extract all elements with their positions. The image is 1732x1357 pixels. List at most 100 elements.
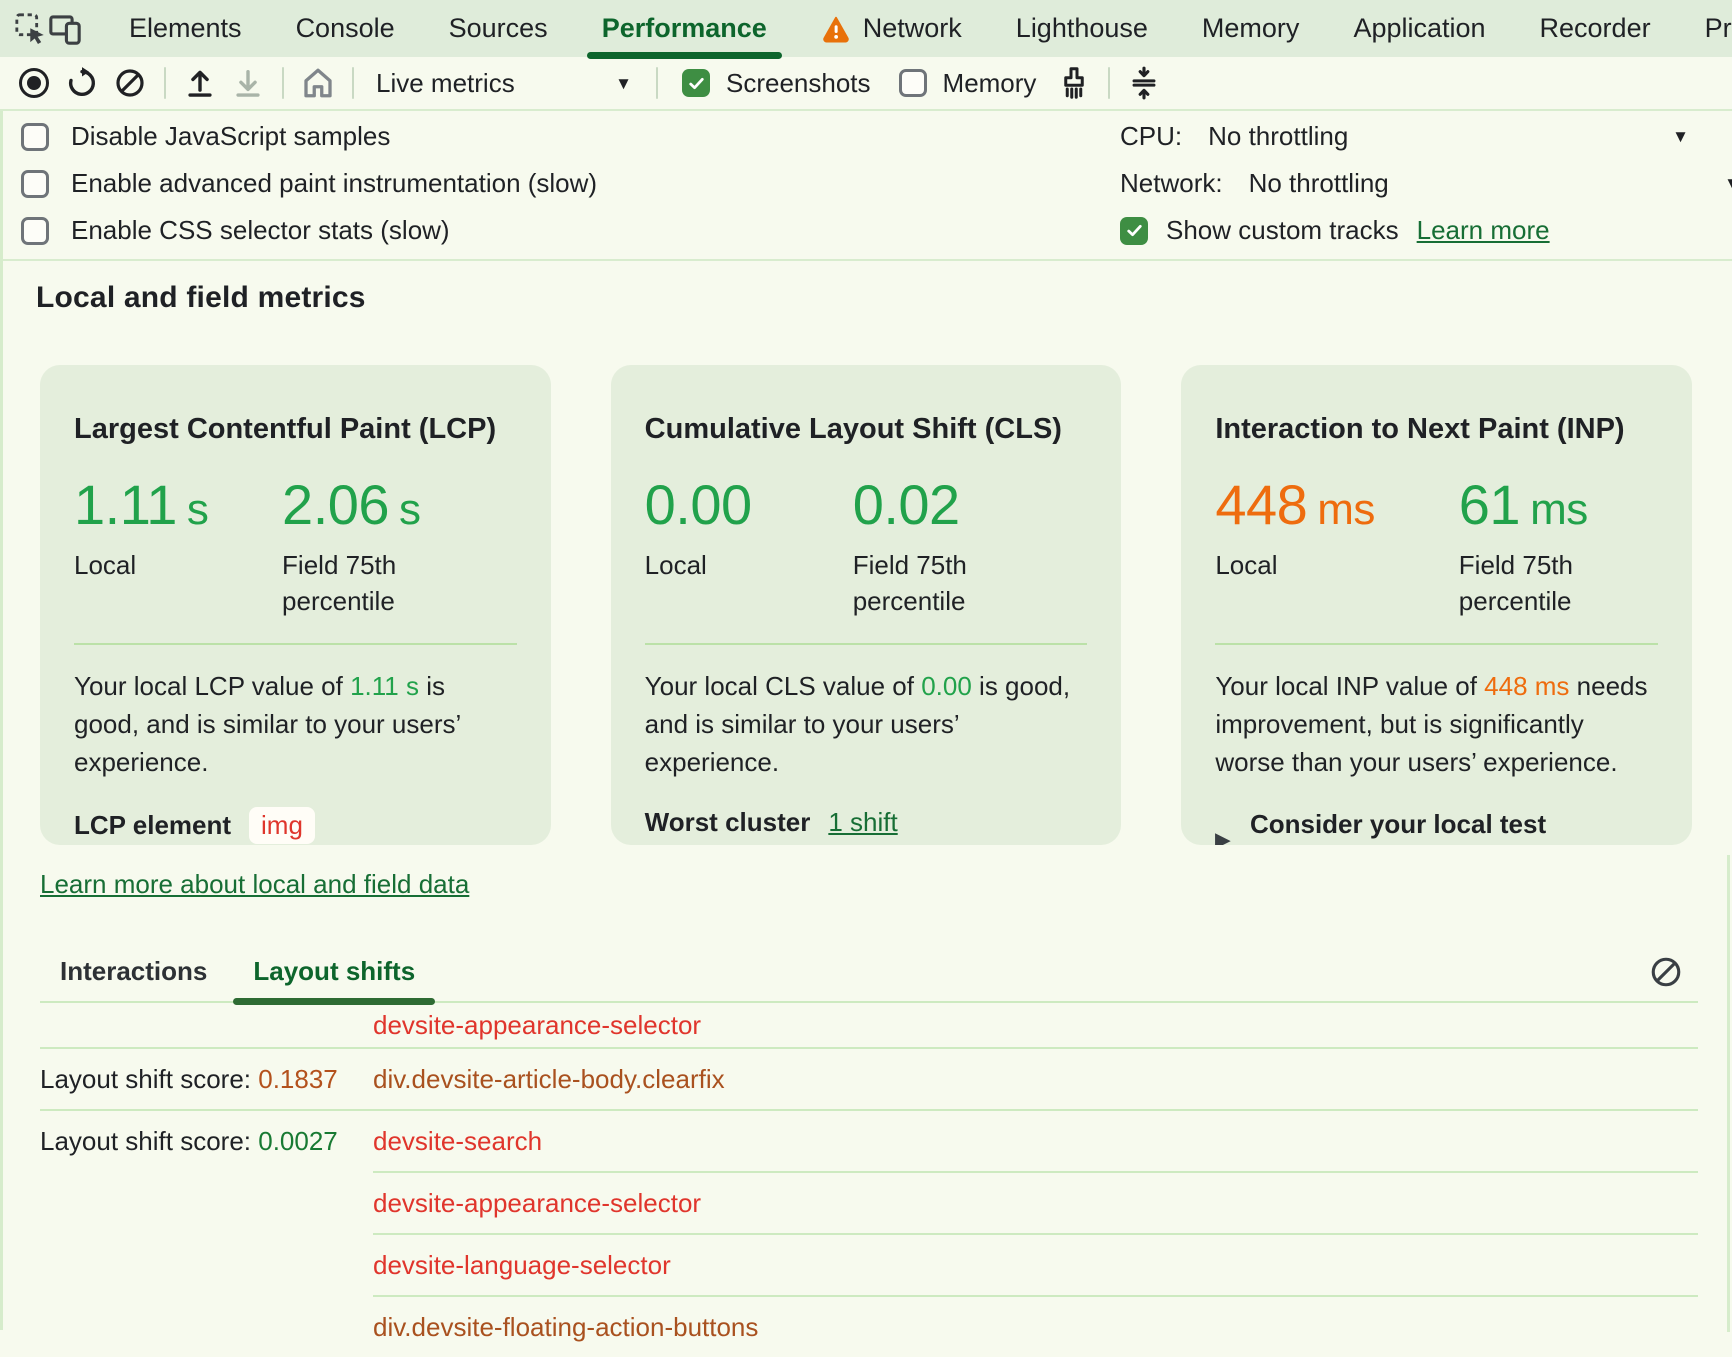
chevron-down-icon[interactable]: ▼ xyxy=(1724,175,1732,192)
device-toolbar-icon xyxy=(48,12,82,46)
lcp-field-label: Field 75th percentile xyxy=(282,547,472,619)
tab-privacy-sandbox[interactable]: Privacy Sand xyxy=(1678,0,1732,57)
tab-label: Privacy Sand xyxy=(1705,13,1732,44)
tab-label: Network xyxy=(863,13,962,44)
chevron-down-icon: ▼ xyxy=(615,75,632,92)
performance-toolbar: Live metrics ▼ Screenshots Memory xyxy=(0,57,1732,111)
local-test-conditions-disclosure[interactable]: ▶ Consider your local test conditions xyxy=(1215,809,1658,845)
card-divider xyxy=(1215,643,1658,645)
clear-log-button[interactable] xyxy=(1646,952,1686,992)
shift-element-link[interactable]: devsite-appearance-selector xyxy=(373,1188,701,1219)
worst-cluster-link[interactable]: 1 shift xyxy=(828,807,897,838)
cls-card: Cumulative Layout Shift (CLS) 0.00 Local… xyxy=(611,365,1122,845)
tab-application[interactable]: Application xyxy=(1326,0,1512,57)
tab-memory[interactable]: Memory xyxy=(1175,0,1327,57)
memory-label: Memory xyxy=(943,68,1037,99)
toolbar-divider xyxy=(1108,67,1110,99)
field-data-learn-more-link[interactable]: Learn more about local and field data xyxy=(40,868,469,900)
toolbar-divider xyxy=(164,67,166,99)
reload-and-record-button[interactable] xyxy=(58,59,106,107)
show-custom-tracks-checkbox[interactable] xyxy=(1120,217,1148,245)
throttling-controls: CPU: No throttling ▼ Network: No throttl… xyxy=(1120,113,1732,254)
css-selector-stats-checkbox[interactable] xyxy=(21,217,49,245)
screenshots-label: Screenshots xyxy=(726,68,871,99)
load-profile-button[interactable] xyxy=(176,59,224,107)
option-label: Enable advanced paint instrumentation (s… xyxy=(71,168,597,199)
shift-element-link[interactable]: div.devsite-floating-action-buttons xyxy=(373,1312,758,1343)
disclosure-triangle-icon: ▶ xyxy=(1215,829,1230,846)
tab-network[interactable]: Network xyxy=(794,0,989,57)
cls-field-value: 0.02 xyxy=(853,472,1088,537)
memory-toggle[interactable]: Memory xyxy=(899,68,1037,99)
layout-shift-row[interactable]: Layout shift score: 0.0027 devsite-searc… xyxy=(3,1111,1732,1171)
inp-card-title: Interaction to Next Paint (INP) xyxy=(1215,413,1658,446)
memory-checkbox[interactable] xyxy=(899,69,927,97)
show-custom-tracks-row: Show custom tracks Learn more xyxy=(1120,207,1732,254)
lcp-field-value: 2.06s xyxy=(282,472,517,537)
metrics-section-title: Local and field metrics xyxy=(36,281,1732,315)
home-button[interactable] xyxy=(294,59,342,107)
shift-element-link[interactable]: devsite-appearance-selector xyxy=(373,1010,701,1041)
tab-label: Performance xyxy=(602,13,767,44)
disable-js-samples-checkbox[interactable] xyxy=(21,123,49,151)
lcp-element-label: LCP element xyxy=(74,810,231,841)
cpu-throttling-select[interactable]: No throttling xyxy=(1208,121,1348,152)
save-profile-button[interactable] xyxy=(224,59,272,107)
tab-label: Recorder xyxy=(1540,13,1651,44)
network-label: Network: xyxy=(1120,168,1223,199)
collapse-icon xyxy=(1127,66,1161,100)
cpu-throttling-row: CPU: No throttling ▼ xyxy=(1120,113,1732,160)
network-throttling-select[interactable]: No throttling xyxy=(1249,168,1389,199)
layout-shift-row[interactable]: devsite-appearance-selector xyxy=(3,1173,1732,1233)
cls-card-title: Cumulative Layout Shift (CLS) xyxy=(645,413,1088,446)
upload-icon xyxy=(183,66,217,100)
tab-recorder[interactable]: Recorder xyxy=(1513,0,1678,57)
chevron-down-icon[interactable]: ▼ xyxy=(1672,128,1689,145)
device-toolbar-button[interactable] xyxy=(48,0,82,57)
screenshots-toggle[interactable]: Screenshots xyxy=(682,68,871,99)
layout-shift-row[interactable]: devsite-appearance-selector xyxy=(3,1003,1732,1047)
tab-lighthouse[interactable]: Lighthouse xyxy=(989,0,1175,57)
tab-sources[interactable]: Sources xyxy=(422,0,575,57)
live-metrics-log: Interactions Layout shifts devsite-appea… xyxy=(3,956,1732,1357)
layout-shift-row[interactable]: Layout shift score: 0.1837 div.devsite-a… xyxy=(3,1049,1732,1109)
tab-performance[interactable]: Performance xyxy=(575,0,794,57)
tab-layout-shifts[interactable]: Layout shifts xyxy=(253,956,415,1001)
inp-field-value: 61ms xyxy=(1459,472,1658,537)
cls-local-label: Local xyxy=(645,547,835,583)
performance-panel-body: Disable JavaScript samples Enable advanc… xyxy=(0,111,1732,1330)
lcp-local-value: 1.11s xyxy=(74,472,282,537)
tab-elements[interactable]: Elements xyxy=(102,0,269,57)
clear-button[interactable] xyxy=(106,59,154,107)
shift-element-link[interactable]: div.devsite-article-body.clearfix xyxy=(373,1064,725,1095)
card-divider xyxy=(74,643,517,645)
lcp-element-chip[interactable]: img xyxy=(249,807,315,844)
inspect-icon xyxy=(14,12,48,46)
collect-garbage-button[interactable] xyxy=(1050,59,1098,107)
worst-cluster-label: Worst cluster xyxy=(645,807,811,838)
panel-mode-select[interactable]: Live metrics ▼ xyxy=(364,68,646,99)
lcp-card: Largest Contentful Paint (LCP) 1.11s Loc… xyxy=(40,365,551,845)
panel-mode-label: Live metrics xyxy=(376,68,615,99)
metric-cards: Largest Contentful Paint (LCP) 1.11s Loc… xyxy=(40,365,1692,845)
cpu-label: CPU: xyxy=(1120,121,1182,152)
shift-score: Layout shift score: 0.0027 xyxy=(40,1126,373,1157)
layout-shift-row[interactable]: devsite-language-selector xyxy=(3,1235,1732,1295)
download-icon xyxy=(231,66,265,100)
record-button[interactable] xyxy=(10,59,58,107)
tab-label: Lighthouse xyxy=(1016,13,1148,44)
advanced-paint-checkbox[interactable] xyxy=(21,170,49,198)
inspect-element-button[interactable] xyxy=(14,0,48,57)
shift-element-link[interactable]: devsite-language-selector xyxy=(373,1250,671,1281)
tab-interactions[interactable]: Interactions xyxy=(60,956,207,1001)
shift-element-link[interactable]: devsite-search xyxy=(373,1126,542,1157)
layout-shift-row[interactable]: div.devsite-floating-action-buttons xyxy=(3,1297,1732,1357)
tab-console[interactable]: Console xyxy=(269,0,422,57)
inp-description: Your local INP value of 448 ms needs imp… xyxy=(1215,667,1658,781)
collapse-panel-button[interactable] xyxy=(1120,59,1168,107)
screenshots-checkbox[interactable] xyxy=(682,69,710,97)
toolbar-divider xyxy=(656,67,658,99)
inp-local-label: Local xyxy=(1215,547,1405,583)
log-tabs: Interactions Layout shifts xyxy=(3,956,1732,1001)
learn-more-link[interactable]: Learn more xyxy=(1417,215,1550,246)
